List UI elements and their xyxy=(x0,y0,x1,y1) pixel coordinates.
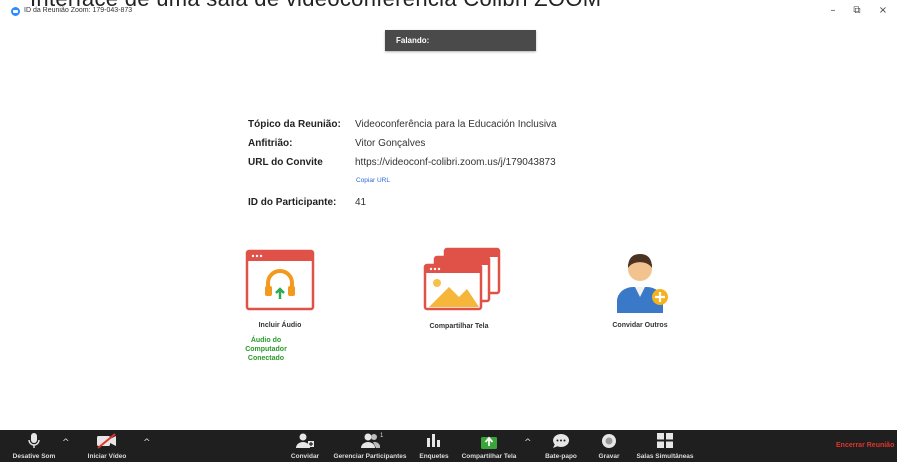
chat-label: Bate-papo xyxy=(545,453,577,460)
minimize-button[interactable]: – xyxy=(826,4,840,18)
share-arrow-icon xyxy=(481,436,497,449)
close-button[interactable]: × xyxy=(876,4,890,18)
host-value: Vitor Gonçalves xyxy=(355,138,426,149)
mute-button[interactable]: Desative Som xyxy=(6,430,62,462)
polls-label: Enquetes xyxy=(419,453,449,460)
invite-user-icon xyxy=(296,433,314,448)
invite-url-label: URL do Convite xyxy=(248,157,323,168)
topic-label: Tópico da Reunião: xyxy=(248,119,341,130)
record-icon xyxy=(602,434,616,448)
participants-count: 1 xyxy=(380,433,384,439)
meeting-toolbar: Desative Som ^ Iniciar Vídeo ^ Convidar … xyxy=(0,430,897,462)
invite-url-value: https://videoconf-colibri.zoom.us/j/1790… xyxy=(355,157,556,168)
polls-icon xyxy=(427,434,440,447)
share-screen-toolbar-label: Compartilhar Tela xyxy=(461,453,517,460)
invite-button[interactable]: Convidar xyxy=(284,430,326,462)
polls-button[interactable]: Enquetes xyxy=(414,430,454,462)
join-audio-button[interactable]: Incluir Áudio xyxy=(232,249,328,329)
start-video-button[interactable]: Iniciar Vídeo xyxy=(80,430,134,462)
topic-value: Videoconferência para la Educación Inclu… xyxy=(355,119,557,130)
end-meeting-button[interactable]: Encerrar Reunião xyxy=(836,442,894,449)
invite-others-button[interactable]: Convidar Outros xyxy=(598,247,682,329)
window-titlebar: ID da Reunião Zoom: 179-043-873 – ⧉ × xyxy=(0,0,897,22)
copy-url-link[interactable]: Copiar URL xyxy=(356,177,390,184)
participant-id-value: 41 xyxy=(355,197,367,208)
record-label: Gravar xyxy=(598,453,620,460)
video-options-caret-icon[interactable]: ^ xyxy=(143,438,151,448)
microphone-icon xyxy=(28,433,40,448)
share-screen-toolbar-button[interactable]: Compartilhar Tela xyxy=(456,430,522,462)
zoom-logo-icon xyxy=(11,7,20,16)
participants-icon xyxy=(361,433,380,448)
breakout-rooms-button[interactable]: Salas Simultâneas xyxy=(630,430,700,462)
speaking-indicator: Falando: xyxy=(385,30,536,51)
join-audio-label: Incluir Áudio xyxy=(258,322,302,329)
participant-id-label: ID do Participante: xyxy=(248,197,337,208)
share-screen-icon xyxy=(423,247,501,311)
audio-status-text: Áudio do Computador Conectado xyxy=(245,337,287,362)
record-button[interactable]: Gravar xyxy=(590,430,628,462)
video-off-icon xyxy=(97,433,116,449)
invite-others-label: Convidar Outros xyxy=(612,322,668,329)
share-screen-label: Compartilhar Tela xyxy=(429,323,489,330)
chat-bubble-icon xyxy=(553,434,570,448)
chat-button[interactable]: Bate-papo xyxy=(540,430,582,462)
breakout-rooms-icon xyxy=(657,433,673,448)
add-user-icon xyxy=(617,254,668,313)
start-video-label: Iniciar Vídeo xyxy=(87,453,127,460)
host-label: Anfitrião: xyxy=(248,138,293,149)
manage-participants-label: Gerenciar Participantes xyxy=(333,453,407,460)
breakout-rooms-label: Salas Simultâneas xyxy=(636,453,694,460)
window-title: ID da Reunião Zoom: 179-043-873 xyxy=(24,7,133,14)
invite-label: Convidar xyxy=(290,453,320,460)
headphones-icon xyxy=(245,249,315,311)
mute-label: Desative Som xyxy=(12,453,56,460)
manage-participants-button[interactable]: 1 Gerenciar Participantes xyxy=(327,430,413,462)
audio-options-caret-icon[interactable]: ^ xyxy=(62,438,70,448)
restore-button[interactable]: ⧉ xyxy=(850,4,864,18)
share-screen-button[interactable]: Compartilhar Tela xyxy=(407,247,511,330)
share-options-caret-icon[interactable]: ^ xyxy=(524,438,532,448)
